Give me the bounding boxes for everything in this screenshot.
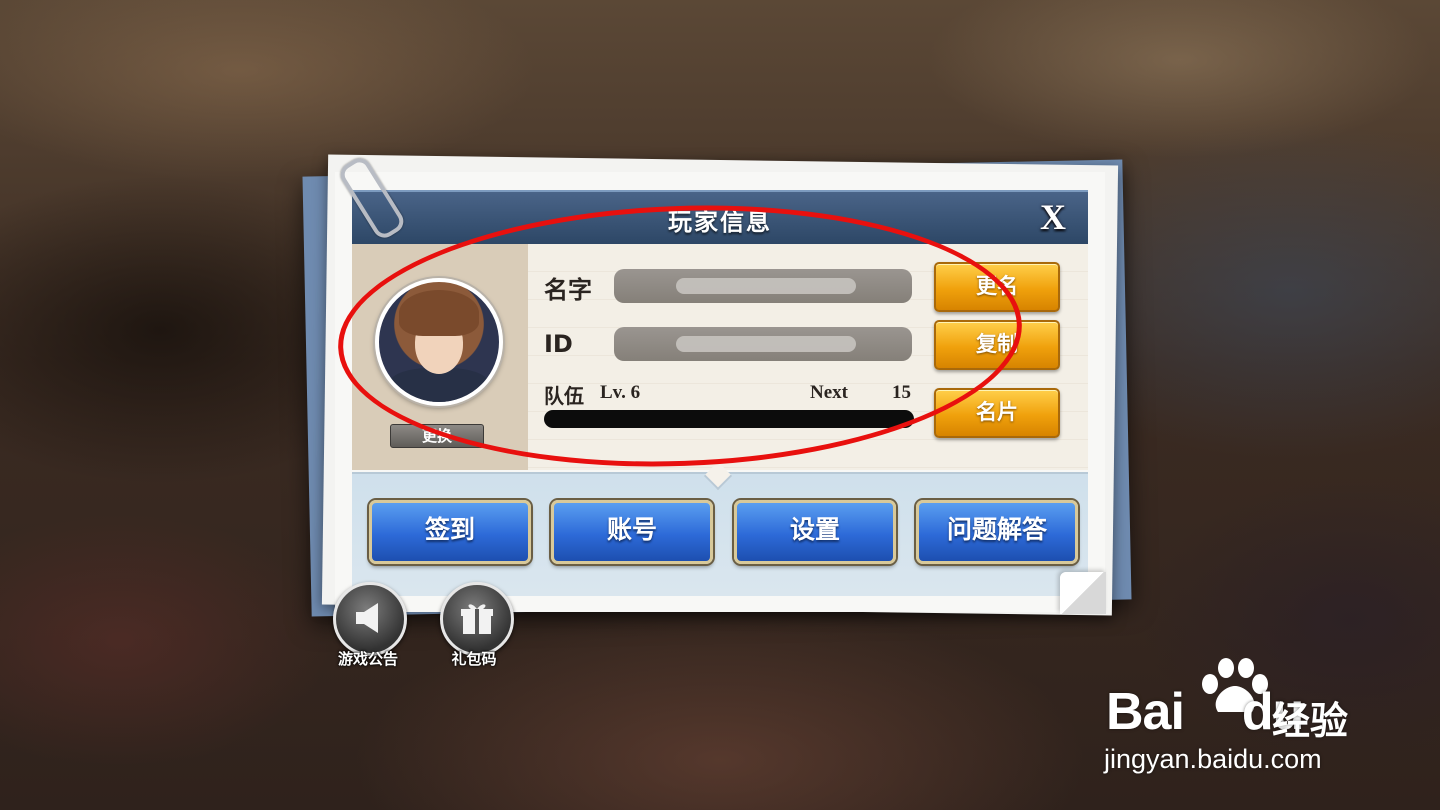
settings-button[interactable]: 设置 <box>734 500 896 564</box>
speaker-icon <box>356 603 378 633</box>
watermark-url: jingyan.baidu.com <box>1104 744 1322 774</box>
page-curl-corner <box>1060 572 1106 614</box>
watermark-brand-left: Bai <box>1106 683 1185 741</box>
announcement-label: 游戏公告 <box>337 650 398 668</box>
announcement-button[interactable] <box>333 582 407 656</box>
gift-icon <box>461 604 493 634</box>
faq-button[interactable]: 问题解答 <box>916 500 1078 564</box>
watermark-product: 经验 <box>1272 699 1349 743</box>
close-button[interactable]: X <box>1034 198 1072 236</box>
gift-code-button[interactable] <box>440 582 514 656</box>
gift-code-label: 礼包码 <box>451 650 497 668</box>
account-button[interactable]: 账号 <box>551 500 713 564</box>
sign-in-button[interactable]: 签到 <box>369 500 531 564</box>
